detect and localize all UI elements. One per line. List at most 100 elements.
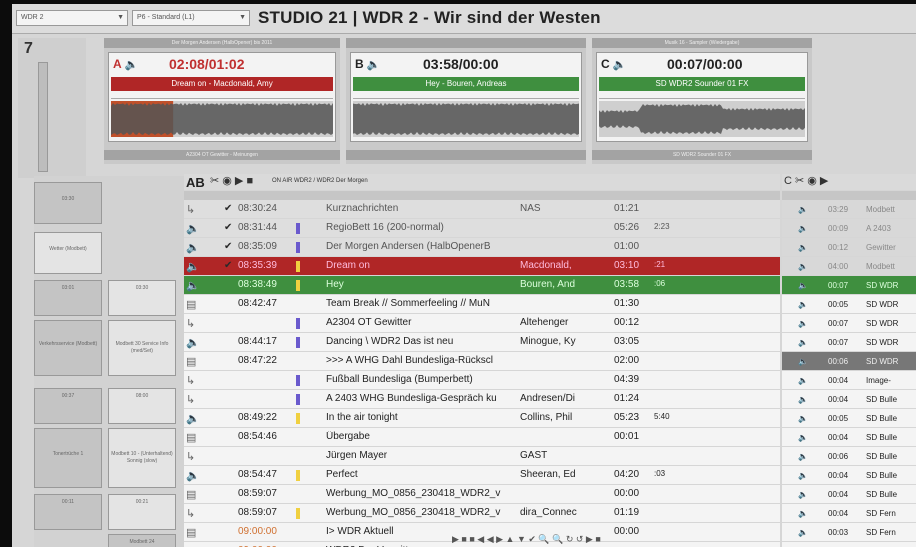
playlist-toolbar: AB ✂ ◉ ▶ ■ ON AIR WDR2 / WDR2 Der Morgen [184,174,780,190]
right-list-row[interactable]: 🔈 04:00 Modbett [782,257,916,276]
right-list-row[interactable]: 🔈 00:09 A 2403 [782,219,916,238]
cart-button[interactable]: Verkehrsservice (Modbett) [34,320,102,376]
playlist-row[interactable]: 🔈 08:49:22 In the air tonight Collins, Phil… [184,409,780,428]
playlist-row[interactable]: 🔈 08:44:17 Dancing \ WDR2 Das ist neu Minog… [184,333,780,352]
row-extra: 2:23 [654,222,670,231]
right-list-row[interactable]: 🔈 00:04 Image- [782,371,916,390]
playlist-row[interactable]: 🔈 ✔ 08:35:39 Dream on Macdonald, 03:10:21 [184,257,780,276]
row-length: 02:00 [614,355,640,366]
cart-button[interactable]: Modbett 30 Service Info (med/Set) [108,320,176,376]
row-marker [296,470,300,481]
row-title: Werbung_MO_0856_230418_WDR2_v [326,507,501,518]
row-type-icon: ↳ [186,204,196,216]
player-card[interactable]: B 🔈 03:58/00:00 Hey - Bouren, Andreas [350,52,582,142]
right-list-row[interactable]: 🔈 03:29 Modbett [782,200,916,219]
row-length: 00:12 [614,317,640,328]
right-list-row[interactable]: 🔈 00:07 SD WDR [782,314,916,333]
studio-screen: WDR 2 ▼ P6 - Standard (L1) ▼ STUDIO 21 | W… [12,4,916,547]
profile-select[interactable]: P6 - Standard (L1) ▼ [132,10,250,26]
station-select[interactable]: WDR 2 ▼ [16,10,128,26]
level-meter-bar [38,62,48,172]
row-title: RegioBett 16 (200-normal) [326,222,444,233]
right-list-row[interactable]: 🔈 00:04 SD Fern [782,504,916,523]
right-list-row[interactable]: 🔈 00:04 SD Bulle [782,466,916,485]
player-card[interactable]: C 🔈 00:07/00:00 SD WDR2 Sounder 01 FX [596,52,808,142]
right-list-row[interactable]: 🔈 00:06 SD WDR [782,352,916,371]
waveform-ruler [353,93,579,99]
row-title: A2304 OT Gewitter [326,317,412,328]
row-time: 08:42:47 [238,298,277,309]
player-time: 02:08/01:02 [169,56,245,72]
speaker-icon: 🔈 [798,509,808,518]
right-list-row[interactable]: 🔈 00:05 SD WDR [782,295,916,314]
playlist-tools[interactable]: ✂ ◉ ▶ ■ [210,174,253,187]
speaker-icon: 🔈 [612,59,627,71]
right-list-row[interactable]: 🔈 00:05 SD Bulle [782,409,916,428]
cart-button[interactable]: 03:30 [108,280,176,316]
player-time: 00:07/00:00 [667,56,743,72]
waveform-ruler [111,93,333,99]
player-card[interactable]: A 🔈 02:08/01:02 Dream on - Macdonald, Amy [108,52,336,142]
row-extra: :03 [654,469,666,478]
playlist-row[interactable]: ▤ 08:42:47 Team Break // Sommerfeeling // … [184,295,780,314]
right-list-row[interactable]: 🔈 00:04 SD Bulle [782,428,916,447]
cart-button[interactable]: 00:21 [108,494,176,530]
right-list-row[interactable]: 🔈 00:07 SD WDR [782,333,916,352]
title-bar: WDR 2 ▼ P6 - Standard (L1) ▼ STUDIO 21 | W… [12,4,916,34]
right-row-name: SD Bulle [866,414,898,423]
playlist-row[interactable]: ▤ 08:47:22 >>> A WHG Dahl Bundesliga-Rücks… [184,352,780,371]
bottom-toolbar[interactable]: ▶ ■ ■ ◀ ◀ ▶ ▲ ▼ ✔ 🔍 🔍 ↻ ↺ ▶ ■ [452,534,812,547]
waveform-graphic [353,103,579,135]
speaker-icon: 🔈 [798,357,808,366]
level-meter-panel [18,38,86,178]
row-extra: :06 [654,279,666,288]
speaker-icon: 🔈 [798,338,808,347]
right-list-row[interactable]: 🔈 00:06 SD Bulle [782,447,916,466]
cart-button[interactable]: Modbett 24 [108,534,176,547]
speaker-icon: 🔈 [798,300,808,309]
ab-label: AB [186,175,205,190]
cart-button[interactable]: Wetter (Modbett) [34,232,102,274]
playlist-row[interactable]: ↳ A2304 OT Gewitter Altehenger 00:12 [184,314,780,333]
profile-select-value: P6 - Standard (L1) [137,14,195,21]
playlist-row[interactable]: ↳ Jürgen Mayer GAST [184,447,780,466]
right-list-row[interactable]: 🔈 00:12 Gewitter [782,238,916,257]
waveform-shape [111,103,333,135]
row-title: >>> A WHG Dahl Bundesliga-Rückscl [326,355,494,366]
playlist-row[interactable]: 🔈 08:38:49 Hey Bouren, And 03:58:06 [184,276,780,295]
waveform[interactable] [353,101,579,137]
cart-button[interactable]: Tonertrüche 1 [34,428,102,488]
right-list-row[interactable]: 🔈 00:04 SD Bulle [782,390,916,409]
chevron-down-icon: ▼ [239,14,246,21]
cart-button[interactable]: Modbett 10 - (Unterhaltend) Sonnig (slow… [108,428,176,488]
row-type-icon: ▤ [186,356,197,368]
right-list-row[interactable]: 🔈 00:07 SD WDR [782,276,916,295]
playlist-row[interactable]: ▤ 08:59:07 Werbung_MO_0856_230418_WDR2_v 00… [184,485,780,504]
cart-button[interactable]: 03:01 [34,280,102,316]
playlist-row[interactable]: ↳ A 2403 WHG Bundesliga-Gespräch ku Andres… [184,390,780,409]
playlist-row[interactable]: ▤ 08:54:46 Übergabe 00:01 [184,428,780,447]
playlist-row[interactable]: ↳ 08:59:07 Werbung_MO_0856_230418_WDR2_v di… [184,504,780,523]
playlist-row[interactable]: ↳ Fußball Bundesliga (Bumperbett) 04:39 [184,371,780,390]
right-row-duration: 00:03 [828,528,849,537]
cart-button[interactable]: 08:00 [108,388,176,424]
cart-button[interactable]: 00:37 [34,388,102,424]
playlist-row[interactable]: 🔈 ✔ 08:31:44 RegioBett 16 (200-normal) 05:26… [184,219,780,238]
playlist-row[interactable]: 🔈 ✔ 08:35:09 Der Morgen Andersen (HalbOpene… [184,238,780,257]
waveform[interactable] [599,101,805,137]
playlist-row[interactable]: ↳ ✔ 08:30:24 Kurznachrichten NAS 01:21 [184,200,780,219]
right-row-name: SD Bulle [866,471,898,480]
speaker-icon: 🔈 [798,224,808,233]
right-list: 🔈 03:29 Modbett 🔈 00:09 A 2403 🔈 00:12 Gewitter 🔈… [782,200,916,547]
right-row-duration: 00:06 [828,357,849,366]
cart-button[interactable]: 03:30 [34,182,102,224]
right-toolbar[interactable]: C ✂ ◉ ▶ [782,174,916,190]
right-list-row[interactable]: 🔈 00:04 SD Bulle [782,485,916,504]
playlist-row[interactable]: 🔈 08:54:47 Perfect Sheeran, Ed 04:20:03 [184,466,780,485]
player-footer [346,150,586,160]
waveform[interactable] [111,101,333,137]
row-title: Werbung_MO_0856_230418_WDR2_v [326,488,501,499]
row-artist: dira_Connec [520,507,577,518]
row-marker [296,242,300,253]
cart-button[interactable]: 00:11 [34,494,102,530]
